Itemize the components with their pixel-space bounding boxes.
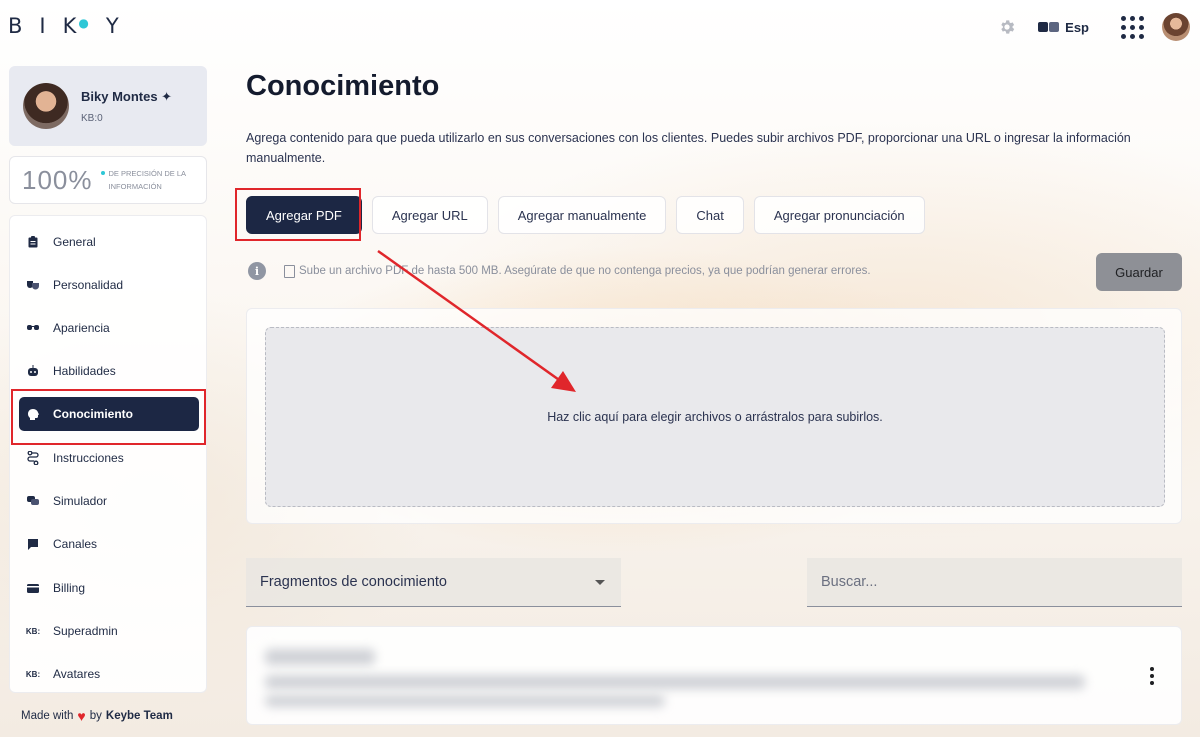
page-description: Agrega contenido para que pueda utilizar… (246, 131, 1131, 165)
logo-letter-i: I (39, 14, 63, 38)
blurred-line (265, 675, 1085, 689)
card-icon (27, 582, 39, 594)
clipboard-icon (27, 236, 39, 248)
route-icon (27, 451, 39, 465)
save-button[interactable]: Guardar (1096, 253, 1182, 291)
logo-letter-b: B (8, 14, 40, 38)
search-placeholder: Buscar... (821, 574, 878, 590)
kb-icon: KB: (25, 626, 41, 636)
info-icon[interactable]: i (248, 262, 266, 280)
tab-agregar-pronunciacion[interactable]: Agregar pronunciación (753, 196, 925, 234)
search-input[interactable]: Buscar... (807, 558, 1182, 607)
heart-icon: ♥ (77, 708, 86, 724)
sidebar-item-habilidades[interactable]: Habilidades (19, 354, 199, 388)
sidebar-item-billing[interactable]: Billing (19, 571, 199, 605)
file-dropzone[interactable]: Haz clic aquí para elegir archivos o arr… (265, 327, 1165, 507)
logo-letter-y: Y (105, 14, 136, 38)
sidebar-item-label: Apariencia (53, 321, 110, 335)
tab-highlight-box (235, 188, 361, 241)
team-name: Keybe Team (105, 710, 173, 722)
sidebar-item-general[interactable]: General (19, 225, 199, 259)
sidebar-item-label: Canales (53, 537, 98, 551)
profile-card[interactable]: Biky Montes ✦ KB:0 (9, 66, 207, 146)
robot-icon (27, 365, 39, 377)
more-vertical-icon[interactable] (1150, 667, 1154, 685)
sidebar-item-label: Avatares (53, 667, 101, 681)
made-with-label: Made with (21, 710, 74, 722)
upload-hint-row: i Sube un archivo PDF de hasta 500 MB. A… (248, 262, 871, 280)
fragments-select-value: Fragmentos de conocimiento (260, 574, 447, 590)
sidebar-item-label: General (53, 235, 96, 249)
logo-dot: ● (78, 16, 89, 30)
sidebar-item-label: Billing (53, 581, 86, 595)
gear-icon[interactable] (998, 18, 1016, 36)
caret-down-icon (595, 580, 605, 585)
sidebar-item-apariencia[interactable]: Apariencia (19, 311, 199, 345)
language-label: Esp (1065, 19, 1089, 35)
tab-agregar-url[interactable]: Agregar URL (371, 196, 488, 234)
message-icon (27, 538, 39, 550)
blurred-line (265, 695, 665, 707)
precision-card: 100% DE PRECISIÓN DE LA INFORMACIÓN (9, 156, 207, 204)
upload-panel: Haz clic aquí para elegir archivos o arr… (246, 308, 1182, 524)
sidebar-menu: General Personalidad Apariencia Habilida… (9, 215, 207, 693)
kb-icon: KB: (25, 669, 41, 679)
assistant-name: Biky Montes ✦ (81, 88, 173, 104)
sidebar-item-superadmin[interactable]: KB: Superadmin (19, 614, 199, 648)
made-with-footer: Made with ♥ by Keybe Team (21, 708, 173, 724)
glasses-icon (27, 322, 39, 334)
tab-agregar-manualmente[interactable]: Agregar manualmente (497, 196, 667, 234)
logo-letter-k: K (62, 14, 79, 38)
sidebar-item-label: Simulador (53, 494, 108, 508)
by-label: by (89, 710, 102, 722)
assistant-avatar (23, 83, 69, 129)
sidebar-item-canales[interactable]: Canales (19, 527, 199, 561)
precision-label: DE PRECISIÓN DE LA INFORMACIÓN (100, 167, 199, 193)
user-avatar[interactable] (1162, 13, 1190, 41)
upload-hint-text: Sube un archivo PDF de hasta 500 MB. Ase… (299, 265, 871, 277)
apps-grid-icon[interactable] (1121, 15, 1144, 39)
sidebar-item-label: Habilidades (53, 364, 116, 378)
fragment-card[interactable] (246, 626, 1182, 725)
topbar-actions: Esp (998, 12, 1190, 42)
kb-count: KB:0 (81, 112, 103, 124)
dropzone-text: Haz clic aquí para elegir archivos o arr… (547, 410, 883, 424)
language-selector[interactable]: Esp (1038, 20, 1089, 35)
biky-logo[interactable]: B I K ● Y (8, 14, 136, 38)
tab-chat[interactable]: Chat (676, 196, 744, 234)
fragments-select[interactable]: Fragmentos de conocimiento (246, 558, 621, 607)
sidebar-item-label: Personalidad (53, 278, 124, 292)
sidebar-item-label: Instrucciones (53, 451, 124, 465)
sidebar-item-avatares[interactable]: KB: Avatares (19, 657, 199, 691)
document-icon (284, 264, 295, 278)
translate-icon (1038, 22, 1060, 32)
sidebar-item-simulador[interactable]: Simulador (19, 484, 199, 518)
chat-icon (27, 495, 39, 507)
precision-value: 100% (22, 164, 93, 195)
sidebar-item-instrucciones[interactable]: Instrucciones (19, 441, 199, 475)
masks-icon (27, 279, 39, 291)
sidebar-item-personalidad[interactable]: Personalidad (19, 268, 199, 302)
sidebar-highlight-box (11, 389, 206, 445)
blurred-title (265, 649, 375, 665)
page-title: Conocimiento (246, 70, 440, 102)
sidebar-item-label: Superadmin (53, 624, 118, 638)
